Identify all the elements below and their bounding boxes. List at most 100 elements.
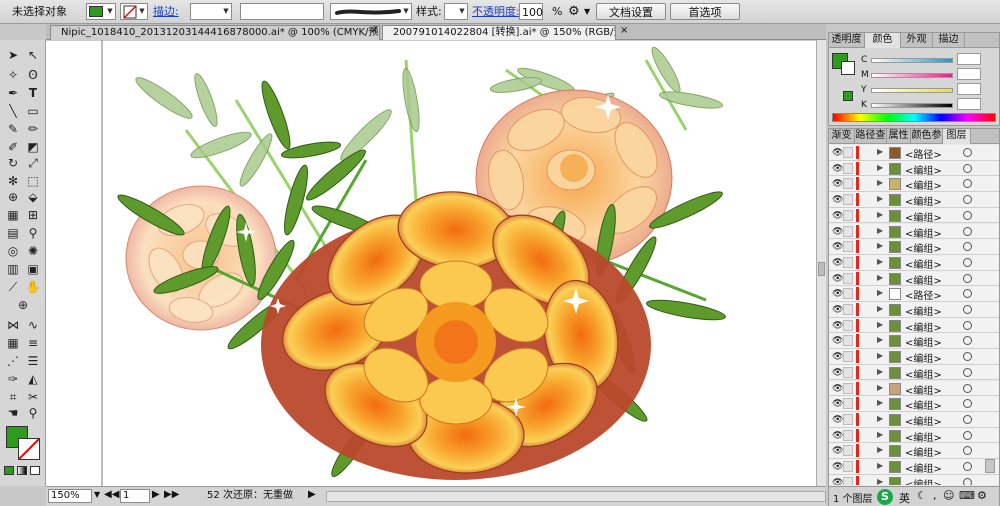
cyan-value-field[interactable] [957, 53, 981, 65]
tab-stroke[interactable]: 描边 [933, 33, 965, 48]
target-circle-icon[interactable] [963, 273, 972, 283]
eye-icon[interactable]: 👁 [832, 274, 843, 284]
keyboard-icon[interactable]: ⌨ [959, 489, 975, 502]
target-circle-icon[interactable] [963, 336, 972, 346]
lock-toggle[interactable] [843, 209, 853, 221]
eye-icon[interactable]: 👁 [832, 305, 843, 315]
eyedropper-alt-tool-icon[interactable]: ✑ [4, 370, 22, 388]
lock-toggle[interactable] [843, 366, 853, 378]
magenta-value-field[interactable] [957, 68, 981, 80]
target-circle-icon[interactable] [963, 367, 972, 377]
eye-icon[interactable]: 👁 [832, 446, 843, 456]
stroke-swatch[interactable] [18, 438, 40, 460]
brush-definition[interactable]: ▼ [330, 3, 412, 20]
ime-language[interactable]: 英 [899, 490, 910, 506]
preferences-button[interactable]: 首选项 [670, 3, 740, 20]
column-graph-tool-icon[interactable]: ▥ [4, 260, 22, 278]
lock-toggle[interactable] [843, 272, 853, 284]
eye-icon[interactable]: 👁 [832, 336, 843, 346]
stroke-link[interactable]: 描边: [153, 3, 179, 20]
target-circle-icon[interactable] [963, 210, 972, 220]
lock-toggle[interactable] [843, 429, 853, 441]
column-chart-tool-icon[interactable]: ▦ [4, 334, 22, 352]
lock-toggle[interactable] [843, 319, 853, 331]
lock-toggle[interactable] [843, 147, 853, 158]
blend-tool-icon[interactable]: ◎ [4, 242, 22, 260]
target-circle-icon[interactable] [963, 289, 972, 299]
ime-logo-icon[interactable]: S [877, 489, 893, 505]
expand-triangle-icon[interactable]: ▶ [877, 304, 883, 313]
layer-row[interactable]: 👁 ▶ <编组> [829, 380, 999, 397]
emoji-icon[interactable]: ☺ [943, 489, 954, 502]
expand-triangle-icon[interactable]: ▶ [877, 273, 883, 282]
eye-icon[interactable]: 👁 [832, 179, 843, 189]
expand-triangle-icon[interactable]: ▶ [877, 398, 883, 407]
lock-toggle[interactable] [843, 256, 853, 268]
target-circle-icon[interactable] [963, 430, 972, 440]
variable-width-profile[interactable] [240, 3, 324, 20]
live-trace-tool-icon[interactable]: ⋰ [4, 352, 22, 370]
target-circle-icon[interactable] [963, 195, 972, 205]
magnify-tool-icon[interactable]: ⚲ [24, 404, 42, 422]
first-page-icon[interactable]: ◀◀ [104, 489, 119, 500]
lock-toggle[interactable] [843, 288, 853, 300]
direct-selection-tool-icon[interactable]: ↖ [24, 46, 42, 64]
target-circle-icon[interactable] [963, 179, 972, 189]
layer-row[interactable]: 👁 ▶ <编组> [829, 349, 999, 365]
width-tool-icon[interactable]: ⋈ [4, 316, 22, 334]
artboard-canvas[interactable] [46, 40, 816, 486]
layer-row[interactable]: 👁 ▶ <编组> [829, 459, 999, 475]
rectangle-tool-icon[interactable]: ▭ [24, 102, 42, 120]
expand-triangle-icon[interactable]: ▶ [877, 477, 883, 485]
lock-toggle[interactable] [843, 178, 853, 190]
layer-row[interactable]: 👁 ▶ <编组> [829, 443, 999, 459]
layer-row[interactable]: 👁 ▶ <编组> [829, 317, 999, 334]
eye-icon[interactable]: 👁 [832, 242, 843, 252]
layer-row[interactable]: 👁 ▶ <编组> [829, 192, 999, 208]
lock-toggle[interactable] [843, 461, 853, 472]
mesh-tool-icon[interactable]: ⊞ [24, 206, 42, 224]
expand-triangle-icon[interactable]: ▶ [877, 194, 883, 203]
target-circle-icon[interactable] [963, 399, 972, 409]
expand-triangle-icon[interactable]: ▶ [877, 335, 883, 344]
layer-row[interactable]: 👁 ▶ <编组> [829, 239, 999, 255]
lock-toggle[interactable] [843, 476, 853, 485]
zoom-tool-icon[interactable]: ⊕ [14, 296, 32, 314]
eye-icon[interactable]: 👁 [832, 352, 843, 362]
vertical-scrollbar[interactable] [816, 40, 826, 486]
eye-icon[interactable]: 👁 [832, 148, 843, 158]
zoom-field[interactable]: 150% [48, 489, 92, 503]
rotate-tool-icon[interactable]: ↻ [4, 154, 22, 172]
eye-icon[interactable]: 👁 [832, 415, 843, 425]
layer-row[interactable]: 👁 ▶ <编组> [829, 176, 999, 192]
target-circle-icon[interactable] [963, 257, 972, 267]
tab-gradient[interactable]: 渐变 [829, 129, 855, 144]
close-icon[interactable]: × [620, 25, 628, 36]
eye-icon[interactable]: 👁 [832, 384, 843, 394]
lock-toggle[interactable] [843, 351, 853, 363]
expand-triangle-icon[interactable]: ▶ [877, 210, 883, 219]
live-paint-tool-icon[interactable]: ⬙ [24, 188, 42, 206]
layer-row[interactable]: 👁 ▶ <路径> [829, 145, 999, 161]
lock-toggle[interactable] [843, 162, 853, 174]
layer-row[interactable]: 👁 ▶ <路径> [829, 286, 999, 302]
tab-attributes[interactable]: 属性 [887, 129, 911, 144]
expand-triangle-icon[interactable]: ▶ [877, 147, 883, 156]
magic-wand-tool-icon[interactable]: ✧ [4, 66, 22, 84]
expand-triangle-icon[interactable]: ▶ [877, 445, 883, 454]
chevron-down-icon[interactable]: ▼ [94, 490, 100, 499]
tab-document-1[interactable]: Nipic_1018410_20131203144416878000.ai* @… [50, 25, 380, 40]
expand-triangle-icon[interactable]: ▶ [877, 414, 883, 423]
black-value-field[interactable] [957, 98, 981, 110]
lock-toggle[interactable] [843, 335, 853, 347]
target-circle-icon[interactable] [963, 148, 972, 157]
expand-triangle-icon[interactable]: ▶ [877, 178, 883, 187]
next-page-icon[interactable]: ▶ [152, 489, 160, 500]
stroke-color-selector[interactable]: ▼ [120, 3, 148, 20]
recolor-icon[interactable]: ⚙ [568, 3, 580, 20]
last-color-swatch[interactable] [843, 91, 853, 101]
last-page-icon[interactable]: ▶▶ [164, 489, 179, 500]
expand-triangle-icon[interactable]: ▶ [877, 163, 883, 172]
drawing-modes[interactable] [4, 480, 42, 486]
toolbox-icon[interactable]: ⚙ [977, 489, 987, 502]
